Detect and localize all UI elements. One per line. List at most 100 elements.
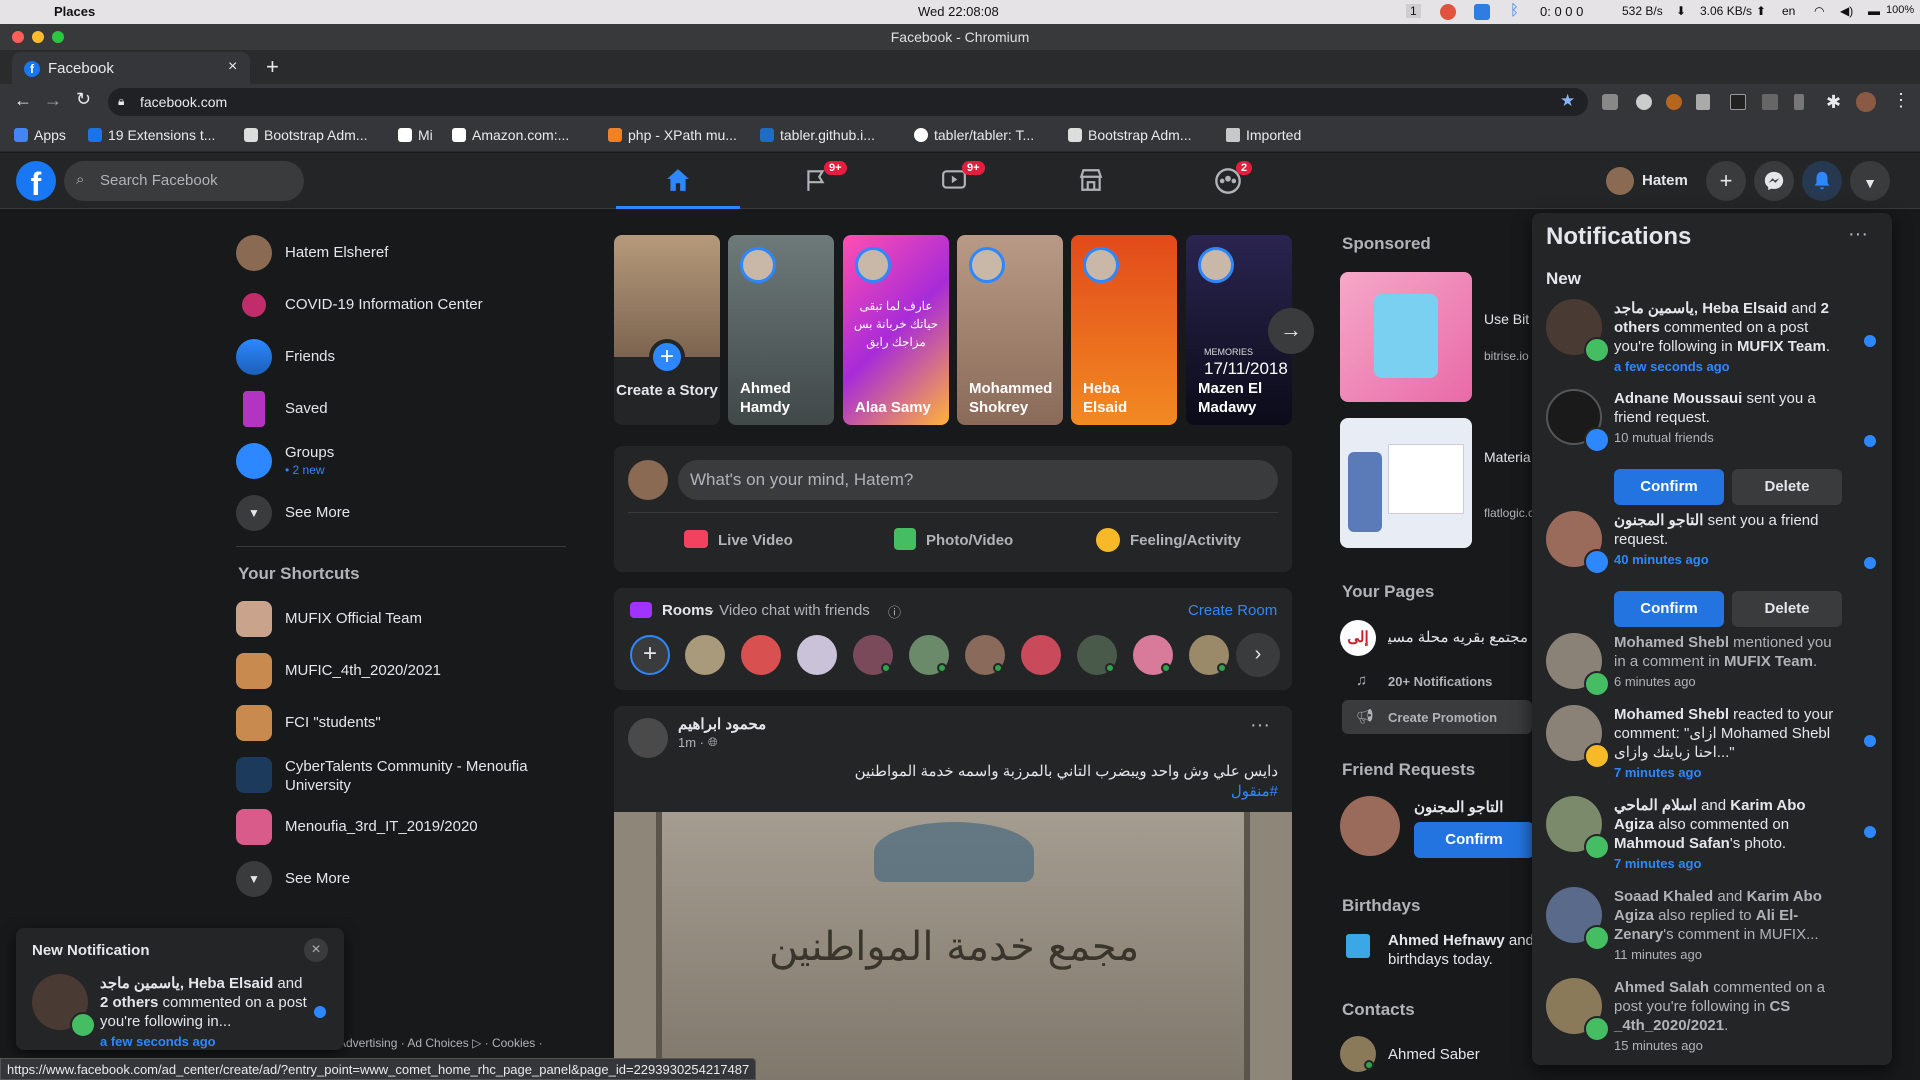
story-card[interactable]: Ahmed Hamdy bbox=[728, 235, 834, 425]
lang-indicator[interactable]: en bbox=[1782, 4, 1795, 18]
camera-icon[interactable] bbox=[1474, 4, 1490, 20]
avatar[interactable] bbox=[628, 718, 668, 758]
room-contact-avatar[interactable] bbox=[853, 635, 893, 675]
sidebar-see-more[interactable]: ▼ See More bbox=[236, 491, 566, 535]
shortcut-item[interactable]: CyberTalents Community - Menoufia Univer… bbox=[236, 753, 566, 797]
facebook-logo-icon[interactable]: f bbox=[16, 161, 56, 202]
extension-clipboard-icon[interactable] bbox=[1696, 94, 1710, 110]
post-author[interactable]: محمود ابراهيم bbox=[678, 715, 766, 733]
ad-url[interactable]: flatlogic.c bbox=[1484, 506, 1532, 520]
avatar[interactable] bbox=[1340, 796, 1400, 856]
page-notifications-link[interactable]: 20+ Notifications bbox=[1388, 674, 1492, 689]
extension-user-icon[interactable] bbox=[1636, 94, 1652, 110]
room-contact-avatar[interactable] bbox=[1133, 635, 1173, 675]
nav-pages-tab[interactable]: 9+ bbox=[754, 153, 878, 209]
nav-marketplace-tab[interactable] bbox=[1029, 153, 1153, 209]
composer-input[interactable]: What's on your mind, Hatem? bbox=[678, 460, 1278, 500]
avatar[interactable] bbox=[1340, 1036, 1376, 1072]
ad-image[interactable] bbox=[1340, 418, 1472, 548]
info-icon[interactable]: ⓘ bbox=[888, 602, 901, 621]
zoom-window-icon[interactable] bbox=[52, 31, 64, 43]
bookmark-item[interactable]: Mi bbox=[398, 127, 433, 143]
extensions-puzzle-icon[interactable]: ✱ bbox=[1826, 92, 1841, 113]
sidebar-item-saved[interactable]: Saved bbox=[236, 387, 566, 431]
battery-icon[interactable]: ▬ bbox=[1868, 4, 1880, 18]
profile-button[interactable]: Hatem bbox=[1602, 163, 1706, 199]
extension-x-icon[interactable] bbox=[1730, 94, 1746, 110]
extension-grid-icon[interactable] bbox=[1762, 94, 1778, 110]
room-contact-avatar[interactable] bbox=[1021, 635, 1061, 675]
shortcut-item[interactable]: FCI "students" bbox=[236, 701, 566, 745]
bluetooth-icon[interactable]: ᛒ bbox=[1510, 2, 1519, 19]
footer-links[interactable]: Advertising · Ad Choices ▷ · Cookies · bbox=[338, 1036, 543, 1050]
post-time[interactable]: 1m · bbox=[678, 735, 704, 750]
confirm-button[interactable]: Confirm bbox=[1614, 591, 1724, 627]
confirm-button[interactable]: Confirm bbox=[1614, 469, 1724, 505]
confirm-friend-button[interactable]: Confirm bbox=[1414, 822, 1534, 858]
desktop-indicator[interactable]: 1 bbox=[1406, 4, 1421, 18]
shortcuts-see-more[interactable]: ▼ See More bbox=[236, 857, 566, 901]
birthday-text[interactable]: Ahmed Hefnawy and bbox=[1388, 932, 1534, 949]
new-notification-toast[interactable]: New Notification × ياسمين ماجد, Heba Els… bbox=[16, 928, 344, 1050]
bookmark-item[interactable]: Bootstrap Adm... bbox=[244, 127, 368, 143]
shortcut-item[interactable]: Menoufia_3rd_IT_2019/2020 bbox=[236, 805, 566, 849]
wifi-icon[interactable]: ◠ bbox=[1814, 4, 1824, 18]
back-icon[interactable]: ← bbox=[14, 90, 32, 111]
bookmark-item[interactable]: 19 Extensions t... bbox=[88, 127, 215, 143]
create-room-link[interactable]: Create Room bbox=[1188, 602, 1277, 619]
reload-icon[interactable]: ↻ bbox=[76, 89, 91, 110]
create-promotion-button[interactable]: 📢︎ Create Promotion bbox=[1342, 700, 1532, 734]
minimize-window-icon[interactable] bbox=[32, 31, 44, 43]
create-plus-button[interactable]: + bbox=[1706, 161, 1746, 201]
post-hashtag[interactable]: #منقول bbox=[628, 782, 1278, 800]
room-contact-avatar[interactable] bbox=[965, 635, 1005, 675]
menubar-clock[interactable]: Wed 22:08:08 bbox=[918, 4, 999, 19]
stories-next-button[interactable]: → bbox=[1268, 308, 1314, 354]
post-image[interactable]: مجمع خدمة المواطنين bbox=[614, 812, 1292, 1080]
bookmark-item[interactable]: tabler.github.i... bbox=[760, 127, 875, 143]
sidebar-item-covid[interactable]: COVID-19 Information Center bbox=[236, 283, 566, 327]
close-window-icon[interactable] bbox=[12, 31, 24, 43]
rooms-next-button[interactable]: › bbox=[1236, 633, 1280, 677]
close-tab-icon[interactable]: × bbox=[228, 58, 237, 76]
room-contact-avatar[interactable] bbox=[797, 635, 837, 675]
notifications-button[interactable] bbox=[1802, 161, 1842, 201]
bookmark-star-icon[interactable]: ★ bbox=[1560, 91, 1575, 111]
tab-facebook[interactable]: f Facebook × bbox=[12, 52, 250, 84]
room-contact-avatar[interactable] bbox=[1077, 635, 1117, 675]
nav-watch-tab[interactable]: 9+ bbox=[892, 153, 1016, 209]
room-contact-avatar[interactable] bbox=[909, 635, 949, 675]
room-contact-avatar[interactable] bbox=[685, 635, 725, 675]
url-input[interactable]: 🔒︎ facebook.com ★ bbox=[108, 88, 1588, 116]
nav-home-tab[interactable] bbox=[616, 153, 740, 209]
shortcut-item[interactable]: MUFIC_4th_2020/2021 bbox=[236, 649, 566, 693]
app-menu-name[interactable]: Places bbox=[54, 4, 95, 19]
account-menu-button[interactable]: ▼ bbox=[1850, 161, 1890, 201]
create-room-button[interactable]: + bbox=[630, 635, 670, 675]
story-card[interactable]: عارف لما تبقى حياتك خربانة بس مزاجك رايق… bbox=[843, 235, 949, 425]
sidebar-item-profile[interactable]: Hatem Elsheref bbox=[236, 231, 566, 275]
extension-cookie-icon[interactable] bbox=[1666, 94, 1682, 110]
friend-request-name[interactable]: التاجو المجنون bbox=[1414, 798, 1503, 816]
close-icon[interactable]: × bbox=[304, 938, 328, 962]
chrome-ext-icon[interactable] bbox=[1440, 4, 1456, 20]
bookmark-item[interactable]: Bootstrap Adm... bbox=[1068, 127, 1192, 143]
bookmark-folder-imported[interactable]: Imported bbox=[1226, 127, 1301, 143]
forward-icon[interactable]: → bbox=[44, 90, 62, 111]
ad-image[interactable] bbox=[1340, 272, 1472, 402]
lock-icon[interactable]: 🔒︎ bbox=[118, 94, 124, 109]
browser-menu-icon[interactable]: ⋮ bbox=[1892, 90, 1910, 111]
bookmark-item[interactable]: php - XPath mu... bbox=[608, 127, 737, 143]
delete-button[interactable]: Delete bbox=[1732, 591, 1842, 627]
extension-pin-icon[interactable] bbox=[1794, 94, 1804, 110]
ad-url[interactable]: bitrise.io bbox=[1484, 349, 1532, 363]
more-options-icon[interactable]: ··· bbox=[1848, 223, 1868, 246]
story-card[interactable]: Mohammed Shokrey bbox=[957, 235, 1063, 425]
bookmark-apps[interactable]: Apps bbox=[14, 127, 66, 143]
sidebar-item-friends[interactable]: Friends bbox=[236, 335, 566, 379]
ad-title[interactable]: Materia and Ad Theme bbox=[1484, 448, 1534, 467]
volume-icon[interactable]: ◀) bbox=[1840, 4, 1853, 18]
room-contact-avatar[interactable] bbox=[741, 635, 781, 675]
extension-vue-icon[interactable] bbox=[1602, 94, 1618, 110]
delete-button[interactable]: Delete bbox=[1732, 469, 1842, 505]
